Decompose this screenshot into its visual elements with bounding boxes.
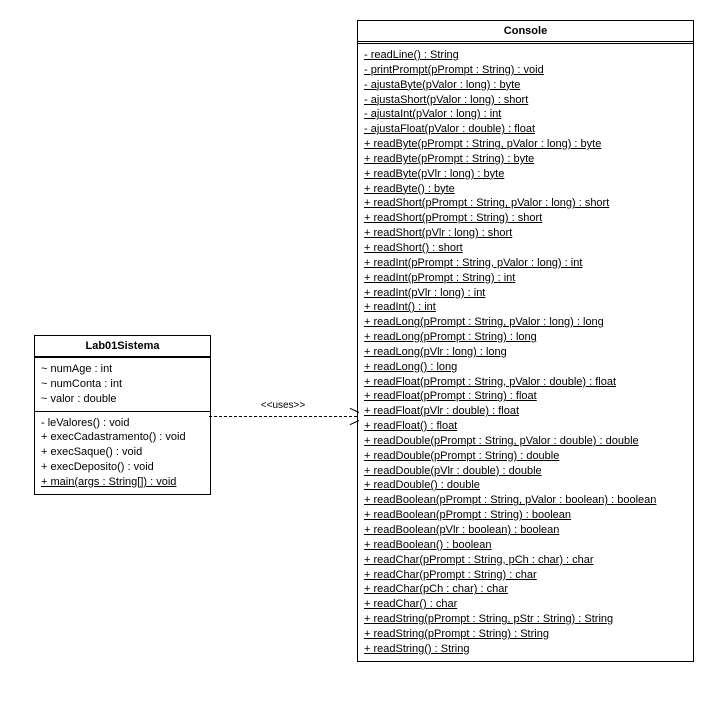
- member: + readLong(pPrompt : String) : long: [364, 330, 687, 345]
- member: + readFloat(pPrompt : String) : float: [364, 389, 687, 404]
- member: + readDouble() : double: [364, 478, 687, 493]
- member: + readFloat() : float: [364, 419, 687, 434]
- member: + readChar() : char: [364, 597, 687, 612]
- member: - leValores() : void: [41, 416, 204, 431]
- member: + readByte(pPrompt : String) : byte: [364, 152, 687, 167]
- member: - printPrompt(pPrompt : String) : void: [364, 63, 687, 78]
- member: + readString() : String: [364, 642, 687, 657]
- member: + readByte(pVlr : long) : byte: [364, 167, 687, 182]
- member: + readChar(pCh : char) : char: [364, 582, 687, 597]
- member: + readChar(pPrompt : String, pCh : char)…: [364, 553, 687, 568]
- member: + readFloat(pVlr : double) : float: [364, 404, 687, 419]
- member: + readString(pPrompt : String, pStr : St…: [364, 612, 687, 627]
- member: + execCadastramento() : void: [41, 430, 204, 445]
- member: + readLong(pVlr : long) : long: [364, 345, 687, 360]
- attributes-section: ~ numAge : int~ numConta : int~ valor : …: [35, 358, 210, 412]
- member: + readString(pPrompt : String) : String: [364, 627, 687, 642]
- member: + readByte() : byte: [364, 182, 687, 197]
- member: + readBoolean(pPrompt : String, pValor :…: [364, 493, 687, 508]
- member: ~ numAge : int: [41, 362, 204, 377]
- relation-label: <<uses>>: [259, 400, 307, 411]
- class-title: Lab01Sistema: [35, 336, 210, 358]
- member: + readDouble(pPrompt : String, pValor : …: [364, 434, 687, 449]
- member: + readDouble(pVlr : double) : double: [364, 464, 687, 479]
- member: + main(args : String[]) : void: [41, 475, 204, 490]
- member: + readBoolean(pPrompt : String) : boolea…: [364, 508, 687, 523]
- member: + readShort() : short: [364, 241, 687, 256]
- uses-relation: <<uses>>: [209, 409, 357, 423]
- class-title: Console: [358, 21, 693, 44]
- member: + execSaque() : void: [41, 445, 204, 460]
- member: - readLine() : String: [364, 48, 687, 63]
- member: + readInt() : int: [364, 300, 687, 315]
- member: + readByte(pPrompt : String, pValor : lo…: [364, 137, 687, 152]
- class-console: Console - readLine() : String- printProm…: [357, 20, 694, 662]
- member: - ajustaShort(pValor : long) : short: [364, 93, 687, 108]
- member: + readLong(pPrompt : String, pValor : lo…: [364, 315, 687, 330]
- member: + readShort(pPrompt : String, pValor : l…: [364, 196, 687, 211]
- member: - ajustaByte(pValor : long) : byte: [364, 78, 687, 93]
- member: + readBoolean(pVlr : boolean) : boolean: [364, 523, 687, 538]
- member: + readDouble(pPrompt : String) : double: [364, 449, 687, 464]
- member: + readBoolean() : boolean: [364, 538, 687, 553]
- member: + readShort(pVlr : long) : short: [364, 226, 687, 241]
- member: + execDeposito() : void: [41, 460, 204, 475]
- operations-section: - readLine() : String- printPrompt(pProm…: [358, 44, 693, 661]
- member: + readLong() : long: [364, 360, 687, 375]
- member: - ajustaFloat(pValor : double) : float: [364, 122, 687, 137]
- member: ~ valor : double: [41, 392, 204, 407]
- member: + readFloat(pPrompt : String, pValor : d…: [364, 375, 687, 390]
- member: + readChar(pPrompt : String) : char: [364, 568, 687, 583]
- member: + readInt(pVlr : long) : int: [364, 286, 687, 301]
- member: ~ numConta : int: [41, 377, 204, 392]
- member: + readShort(pPrompt : String) : short: [364, 211, 687, 226]
- relation-line: [209, 416, 357, 417]
- class-lab01sistema: Lab01Sistema ~ numAge : int~ numConta : …: [34, 335, 211, 495]
- member: - ajustaInt(pValor : long) : int: [364, 107, 687, 122]
- operations-section: - leValores() : void+ execCadastramento(…: [35, 412, 210, 494]
- member: + readInt(pPrompt : String) : int: [364, 271, 687, 286]
- member: + readInt(pPrompt : String, pValor : lon…: [364, 256, 687, 271]
